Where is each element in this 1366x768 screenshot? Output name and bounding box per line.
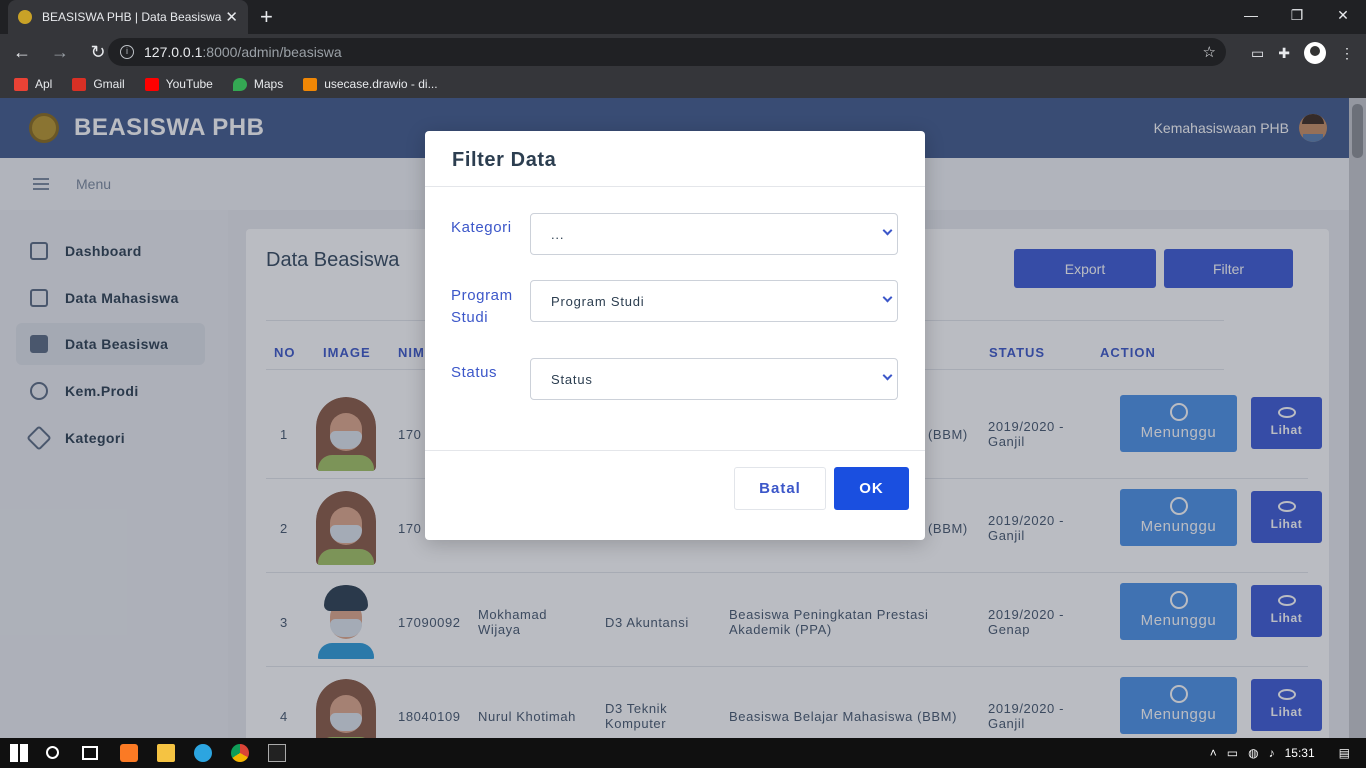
drawio-icon	[303, 77, 318, 91]
url-input[interactable]: i 127.0.0.1:8000/admin/beasiswa ☆	[108, 38, 1226, 66]
windows-taskbar: ˄ ▭ ◍ ♪ 15:31 ▤	[0, 738, 1366, 768]
chevron-down-icon	[882, 370, 893, 381]
file-explorer-icon[interactable]	[157, 744, 175, 762]
address-bar-row: ← → ↻ i 127.0.0.1:8000/admin/beasiswa ☆ …	[0, 34, 1366, 70]
cast-icon[interactable]: ▭	[1251, 45, 1264, 62]
gmail-icon	[72, 77, 87, 91]
maps-pin-icon	[232, 77, 247, 91]
bookmark-apps[interactable]: Apl	[14, 77, 52, 91]
chrome-icon[interactable]	[231, 744, 249, 762]
kategori-label: Kategori	[451, 219, 512, 236]
bookmark-label: Apl	[35, 77, 53, 91]
bookmark-youtube[interactable]: YouTube	[144, 77, 213, 91]
system-tray: ˄ ▭ ◍ ♪ 15:31 ▤	[1210, 738, 1366, 768]
ok-button[interactable]: OK	[834, 467, 909, 510]
battery-icon[interactable]: ▭	[1227, 746, 1238, 760]
bookmark-label: Maps	[253, 77, 284, 91]
status-select[interactable]: Status	[530, 358, 898, 400]
windows-start-icon[interactable]	[10, 744, 28, 762]
notifications-icon[interactable]: ▤	[1339, 746, 1350, 760]
xampp-icon[interactable]	[120, 744, 138, 762]
browser-menu-icon[interactable]: ⋮	[1340, 45, 1354, 62]
status-label: Status	[451, 364, 498, 381]
back-icon[interactable]: ←	[6, 42, 38, 63]
kategori-select[interactable]: ...	[530, 213, 898, 255]
filter-modal: Filter Data Kategori ... Program Studi Pr…	[425, 131, 925, 540]
bookmark-label: usecase.drawio - di...	[324, 77, 438, 91]
forward-icon[interactable]: →	[44, 42, 76, 63]
modal-title: Filter Data	[452, 149, 557, 171]
profile-avatar[interactable]	[1304, 42, 1326, 64]
chevron-down-icon	[882, 225, 893, 236]
cancel-button[interactable]: Batal	[734, 467, 826, 510]
prodi-select[interactable]: Program Studi	[530, 280, 898, 322]
task-view-icon[interactable]	[82, 746, 98, 760]
status-value: Status	[551, 371, 593, 387]
prodi-label-line1: Program	[451, 287, 513, 304]
restore-icon[interactable]: ❐	[1274, 0, 1320, 34]
site-info-icon[interactable]: i	[120, 45, 134, 59]
url-host: 127.0.0.1	[144, 44, 203, 60]
prodi-label: Program Studi	[451, 285, 513, 329]
new-tab-button[interactable]: +	[260, 4, 273, 30]
bookmark-gmail[interactable]: Gmail	[72, 77, 125, 91]
tab-title: BEASISWA PHB | Data Beasiswa	[42, 10, 222, 24]
chevron-down-icon	[882, 292, 893, 303]
search-icon[interactable]	[46, 746, 59, 759]
site-favicon-icon	[18, 10, 32, 24]
bookmarks-bar: Apl Gmail YouTube Maps usecase.drawio - …	[0, 70, 1366, 98]
apps-grid-icon	[14, 77, 28, 91]
bookmark-label: Gmail	[93, 77, 125, 91]
prodi-label-line2: Studi	[451, 309, 489, 326]
browser-tab-bar: BEASISWA PHB | Data Beasiswa ✕ + — ❐ ✕	[0, 0, 1366, 34]
extensions-icon[interactable]: ✚	[1278, 45, 1290, 62]
tab-close-icon[interactable]: ✕	[225, 8, 238, 26]
bookmark-label: YouTube	[165, 77, 213, 91]
prodi-value: Program Studi	[551, 293, 645, 309]
minimize-icon[interactable]: —	[1228, 0, 1274, 34]
bookmark-drawio[interactable]: usecase.drawio - di...	[303, 77, 438, 91]
edge-icon[interactable]	[194, 744, 212, 762]
modal-divider	[425, 450, 925, 451]
network-icon[interactable]: ◍	[1248, 746, 1258, 760]
browser-tab[interactable]: BEASISWA PHB | Data Beasiswa ✕	[8, 0, 248, 34]
bookmark-maps[interactable]: Maps	[232, 77, 284, 91]
cmd-icon[interactable]	[268, 744, 286, 762]
bookmark-star-icon[interactable]: ☆	[1203, 43, 1216, 61]
url-path: :8000/admin/beasiswa	[202, 44, 342, 60]
kategori-value: ...	[551, 226, 565, 242]
volume-icon[interactable]: ♪	[1269, 746, 1275, 760]
clock[interactable]: 15:31	[1285, 746, 1315, 760]
tray-chevron-up-icon[interactable]: ˄	[1210, 746, 1217, 760]
modal-divider	[425, 186, 925, 187]
youtube-icon	[144, 77, 159, 91]
window-close-icon[interactable]: ✕	[1320, 0, 1366, 34]
